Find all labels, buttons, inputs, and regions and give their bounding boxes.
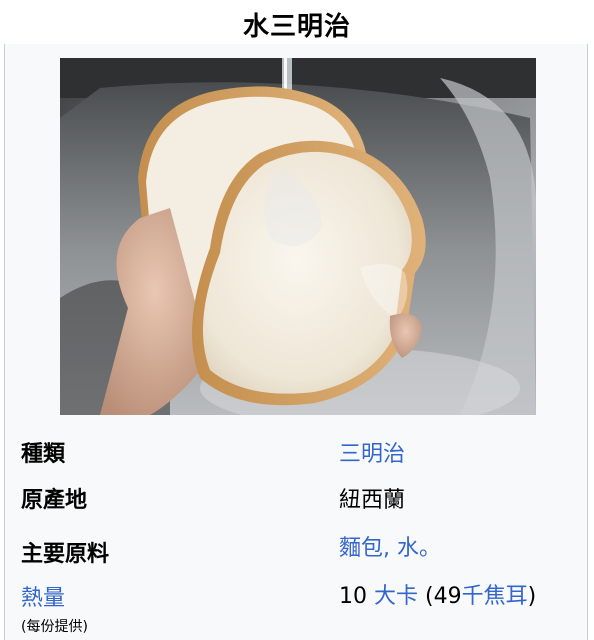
infobox-image[interactable]	[60, 58, 536, 415]
row-label-origin: 原產地	[21, 488, 88, 513]
calories-number: 10	[339, 584, 374, 609]
origin-value: 紐西蘭	[339, 488, 406, 513]
kilojoule-link[interactable]: 千焦耳	[462, 584, 528, 609]
row-label-ingredients: 主要原料	[21, 542, 110, 567]
calories-value: 10 大卡 (49千焦耳)	[339, 578, 536, 610]
infobox-header: 水三明治	[0, 0, 594, 44]
infobox: 水三明治 種類 三明治 原產地 紐西蘭 主要原料 麵包, 水。 熱量 (每份提供…	[0, 0, 594, 640]
row-label-type: 種類	[21, 442, 66, 467]
infobox-row-ingredients: 主要原料 麵包, 水。	[5, 528, 589, 572]
page-title: 水三明治	[242, 12, 351, 42]
type-link[interactable]: 三明治	[339, 436, 405, 468]
paren-open: (	[418, 584, 434, 609]
kilojoule-number: 49	[433, 584, 462, 609]
infobox-row-calories: 熱量 (每份提供) 10 大卡 (49千焦耳)	[5, 572, 589, 640]
paren-close: )	[527, 584, 537, 609]
water-sandwich-photo	[60, 58, 536, 415]
kilocalorie-link[interactable]: 大卡	[374, 584, 418, 609]
ingredients-link[interactable]: 麵包, 水。	[339, 530, 441, 562]
calories-label-link[interactable]: 熱量	[21, 580, 65, 612]
infobox-row-type: 種類 三明治	[5, 430, 589, 470]
infobox-row-origin: 原產地 紐西蘭	[5, 476, 589, 516]
per-serving-note: (每份提供)	[21, 619, 88, 635]
